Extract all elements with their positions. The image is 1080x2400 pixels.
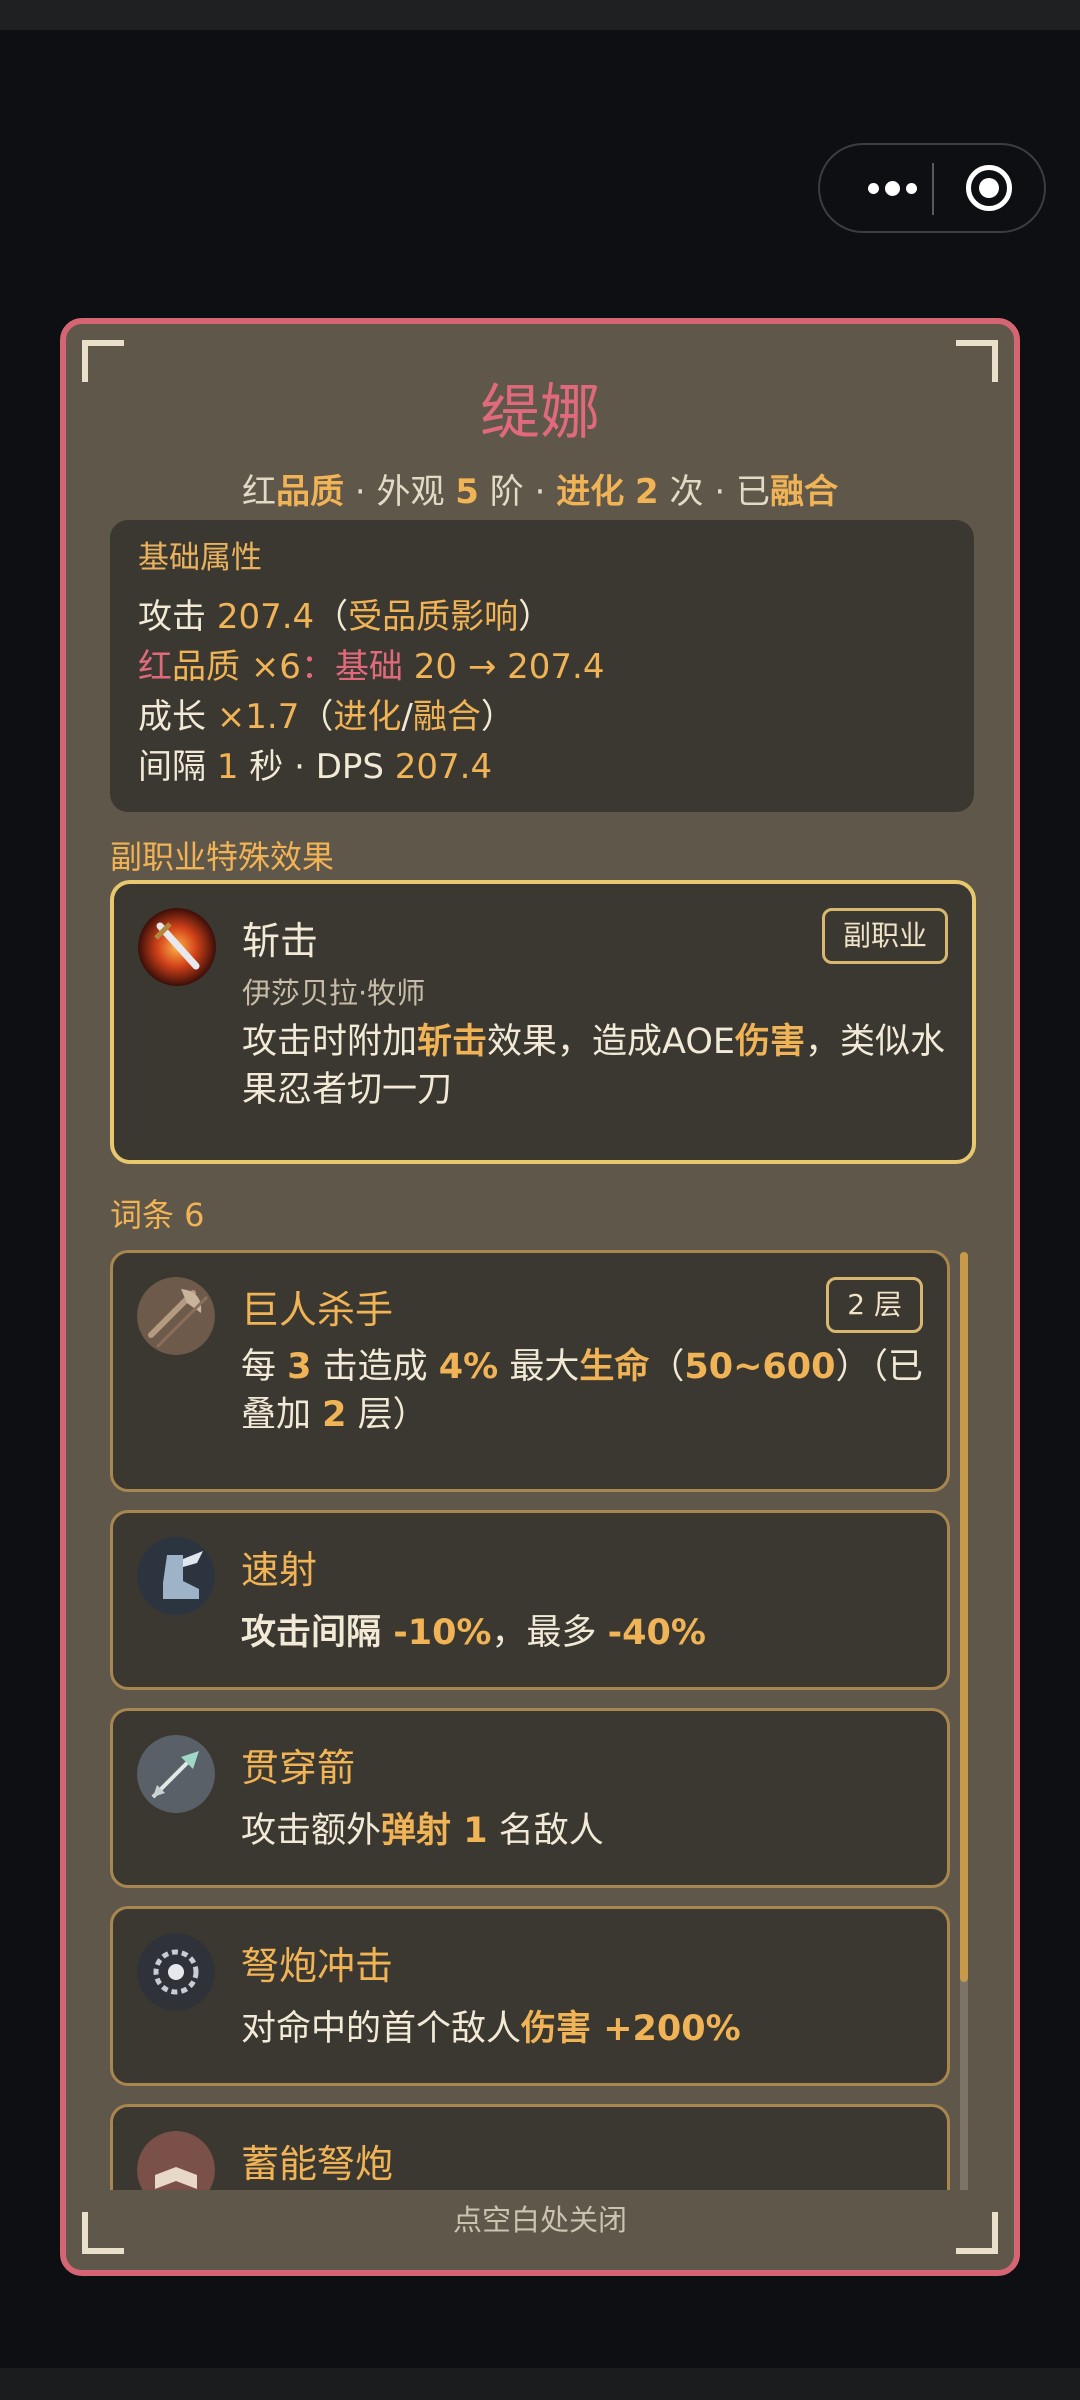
trait-stack-badge: 2 层 [826,1277,923,1333]
winged-boot-icon [137,1537,215,1615]
trait-card[interactable]: 贯穿箭 攻击额外弹射 1 名敌人 [110,1708,950,1888]
miniprogram-capsule [818,143,1046,233]
corner-ornament [956,2212,998,2254]
trait-title: 贯穿箭 [241,1746,356,1790]
base-attributes-box: 基础属性 攻击 207.4（受品质影响） 红品质 ×6：基础 20 → 207.… [110,520,974,812]
trait-title: 蓄能弩炮 [241,2142,394,2186]
trait-description: 攻击间隔 -10%，最多 -40% [241,1613,706,1653]
subjob-card[interactable]: 斩击 伊莎贝拉·牧师 副职业 攻击时附加斩击效果，造成AOE伤害，类似水果忍者切… [110,880,976,1164]
slash-sword-icon [138,908,216,986]
trait-card[interactable]: 弩炮冲击 对命中的首个敌人伤害 +200% [110,1906,950,2086]
subjob-heading: 副职业特殊效果 [110,838,335,876]
piercing-arrow-icon [137,1735,215,1813]
growth-line: 成长 ×1.7（进化/融合） [138,697,515,737]
giant-axe-icon [137,1277,215,1355]
trait-title: 速射 [241,1548,318,1592]
close-hint[interactable]: 点空白处关闭 [66,2190,1014,2270]
trait-title: 巨人杀手 [241,1288,394,1332]
trait-card[interactable]: 巨人杀手 2 层 每 3 击造成 4% 最大生命（50~600）（已叠加 2 层… [110,1250,950,1492]
interval-dps-line: 间隔 1 秒 · DPS 207.4 [138,747,493,787]
trait-description: 每 3 击造成 4% 最大生命（50~600）（已叠加 2 层） [241,1347,923,1435]
subjob-badge: 副职业 [821,908,948,964]
scrollbar-thumb[interactable] [960,1252,968,1982]
traits-heading: 词条 6 [110,1196,205,1234]
ballista-impact-icon [137,1933,215,2011]
subjob-source: 伊莎贝拉·牧师 [242,976,426,1010]
character-detail-panel: 缇娜 红品质 · 外观 5 阶 · 进化 2 次 · 已融合 基础属性 攻击 2… [60,318,1020,2276]
subjob-title: 斩击 [242,919,319,963]
character-name: 缇娜 [480,378,600,448]
attack-line: 攻击 207.4（受品质影响） [138,597,553,637]
character-summary: 红品质 · 外观 5 阶 · 进化 2 次 · 已融合 [242,472,838,512]
trait-title: 弩炮冲击 [241,1944,394,1988]
status-strip [0,0,1080,30]
bottom-strip [0,2368,1080,2400]
target-circle-icon[interactable] [966,165,1012,211]
trait-description: 对命中的首个敌人伤害 +200% [241,2009,741,2049]
trait-card[interactable]: 速射 攻击间隔 -10%，最多 -40% [110,1510,950,1690]
corner-ornament [82,2212,124,2254]
traits-scrollbar[interactable] [960,1252,968,2200]
subjob-description: 攻击时附加斩击效果，造成AOE伤害，类似水果忍者切一刀 [242,1022,946,1110]
more-dots-icon[interactable] [850,145,934,231]
capsule-divider [932,163,934,215]
quality-multiplier-line: 红品质 ×6：基础 20 → 207.4 [138,647,605,687]
trait-description: 攻击额外弹射 1 名敌人 [241,1811,604,1851]
base-attributes-heading: 基础属性 [138,540,262,576]
